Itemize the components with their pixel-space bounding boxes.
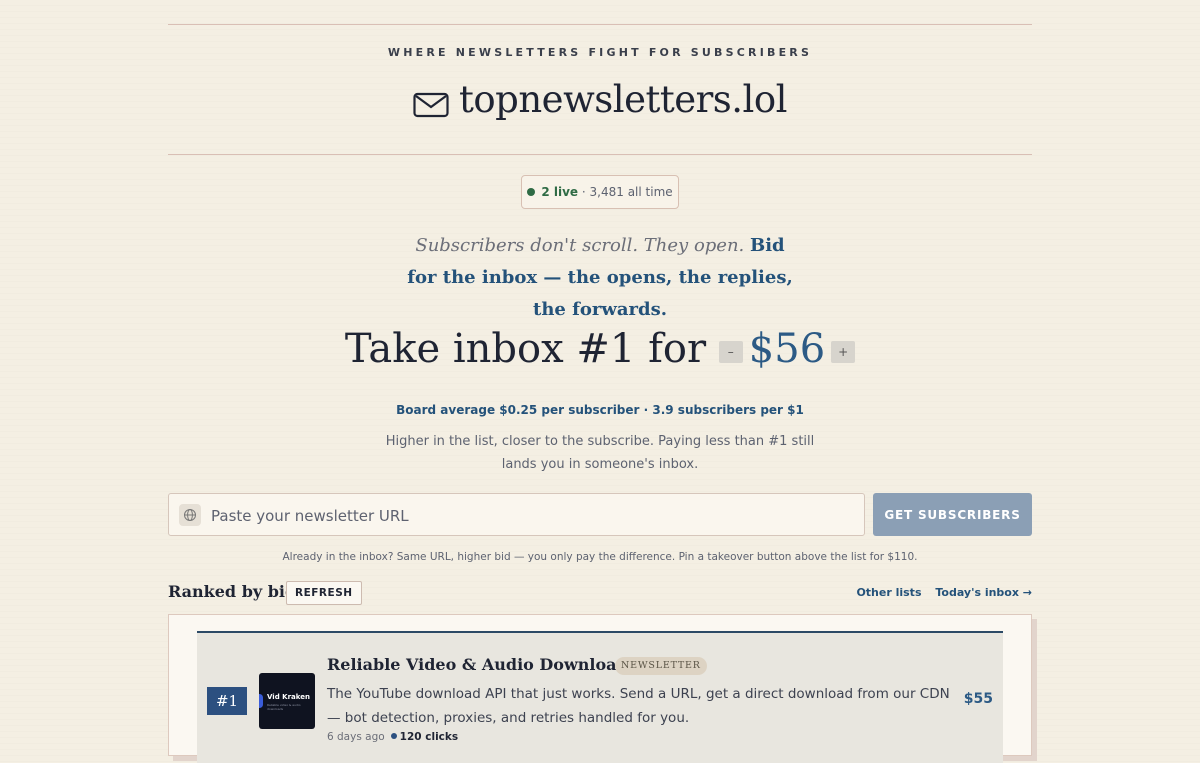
list-heading: Ranked by bid bbox=[168, 582, 297, 601]
bid-headline: Take inbox #1 for – $56 + bbox=[168, 326, 1032, 372]
decrease-bid-button[interactable]: – bbox=[718, 341, 743, 363]
newsletter-title[interactable]: Reliable Video & Audio Downloads bbox=[327, 655, 637, 674]
brand-name: topnewsletters.lol bbox=[459, 78, 787, 121]
other-lists-link[interactable]: Other lists bbox=[856, 586, 921, 599]
bid-price: $56 bbox=[748, 326, 826, 372]
item-meta: 6 days ago 120 clicks bbox=[327, 731, 458, 743]
header-divider bbox=[168, 154, 1032, 155]
thumbnail-accent bbox=[259, 694, 263, 708]
increase-bid-button[interactable]: + bbox=[831, 341, 856, 363]
bid-prefix: Take inbox #1 for bbox=[344, 326, 707, 372]
get-subscribers-button[interactable]: GET SUBSCRIBERS bbox=[873, 493, 1032, 536]
globe-icon bbox=[179, 504, 201, 526]
item-age: 6 days ago bbox=[327, 731, 385, 743]
thumbnail-subtitle: Reliable video & audio downloads bbox=[267, 703, 301, 711]
clicks-dot-icon bbox=[390, 733, 397, 739]
tagline: WHERE NEWSLETTERS FIGHT FOR SUBSCRIBERS bbox=[387, 46, 813, 59]
bid-amount: $55 bbox=[963, 691, 993, 707]
pitch-italic: Subscribers don't scroll. They open. bbox=[415, 235, 745, 256]
live-count: 2 live bbox=[541, 185, 579, 199]
category-badge: NEWSLETTER bbox=[615, 657, 707, 675]
refresh-button[interactable]: REFRESH bbox=[286, 581, 362, 605]
live-status-badge: 2 live · 3,481 all time bbox=[521, 175, 679, 209]
bid-hint: Higher in the list, closer to the subscr… bbox=[385, 434, 815, 472]
pitch: Subscribers don't scroll. They open. Bid… bbox=[400, 230, 800, 326]
live-dot-icon bbox=[527, 188, 536, 196]
newsletter-thumbnail: Vid Kraken Reliable video & audio downlo… bbox=[259, 673, 315, 729]
newsletter-url-input[interactable] bbox=[209, 502, 843, 530]
envelope-icon bbox=[413, 84, 449, 127]
alltime-count: · 3,481 all time bbox=[581, 185, 673, 199]
pricing-note: Already in the inbox? Same URL, higher b… bbox=[282, 551, 918, 563]
site-title[interactable]: topnewsletters.lol bbox=[168, 78, 1032, 127]
thumbnail-name: Vid Kraken bbox=[267, 693, 310, 701]
board-average: Board average $0.25 per subscriber · 3.9… bbox=[396, 403, 804, 417]
url-field[interactable] bbox=[168, 493, 865, 536]
top-divider bbox=[168, 24, 1032, 25]
rank-badge: #1 bbox=[207, 687, 247, 715]
ranked-list: #1 Vid Kraken Reliable video & audio dow… bbox=[168, 614, 1032, 763]
list-links: Other lists Today's inbox → bbox=[846, 586, 1032, 599]
todays-inbox-link[interactable]: Today's inbox → bbox=[935, 586, 1032, 599]
item-clicks: 120 clicks bbox=[399, 731, 459, 743]
newsletter-description: The YouTube download API that just works… bbox=[327, 686, 950, 726]
list-item[interactable]: #1 Vid Kraken Reliable video & audio dow… bbox=[197, 631, 1003, 763]
